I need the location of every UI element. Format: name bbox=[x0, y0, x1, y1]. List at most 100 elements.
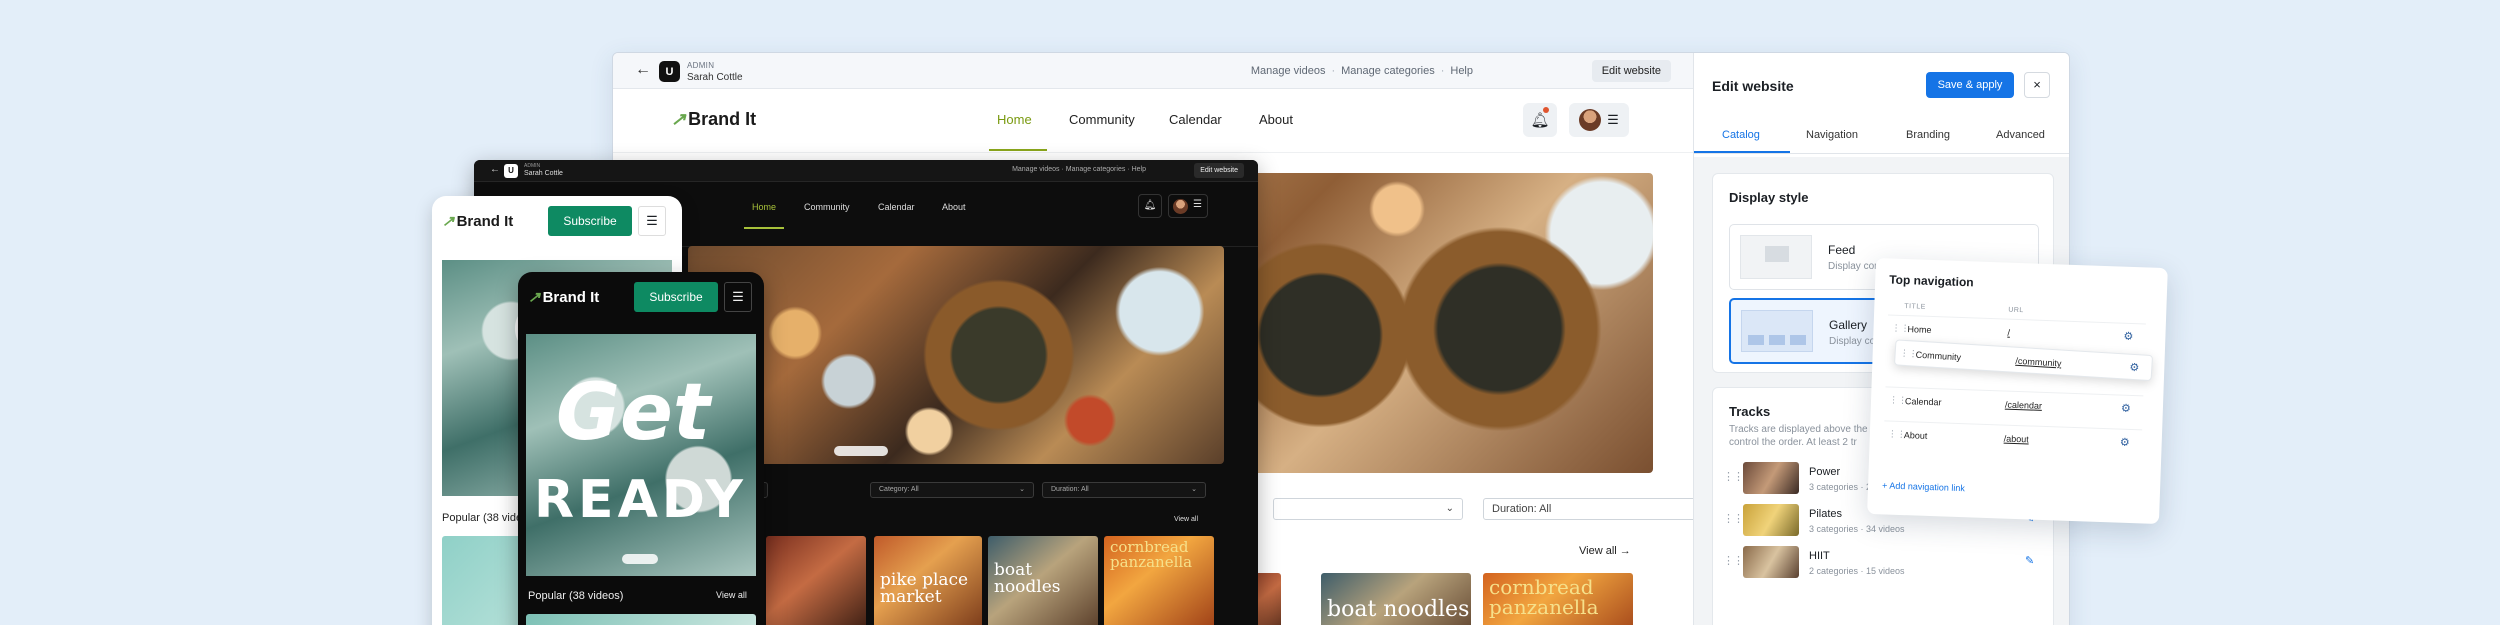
view-all-link[interactable]: View all → bbox=[1579, 545, 1631, 557]
nav-link-title: Home bbox=[1907, 324, 1932, 335]
track-row[interactable]: ⋮⋮ HIIT 2 categories · 15 videos ✎ bbox=[1713, 542, 2055, 584]
tab-active-underline bbox=[1694, 151, 1790, 153]
brand-logo[interactable]: ↗ Brand It bbox=[442, 212, 513, 230]
view-all-link[interactable]: View all bbox=[1174, 516, 1198, 523]
drag-handle-icon[interactable]: ⋮⋮ bbox=[1723, 512, 1744, 525]
nav-link-title: Community bbox=[1915, 349, 1962, 363]
close-icon: × bbox=[2033, 77, 2041, 92]
duration-filter[interactable]: Duration: All⌄ bbox=[1483, 498, 1715, 520]
hero-image[interactable] bbox=[688, 246, 1224, 464]
brand-name: Brand It bbox=[542, 289, 600, 306]
tracks-description: control the order. At least 2 tr bbox=[1729, 437, 1857, 448]
nav-about[interactable]: About bbox=[942, 202, 966, 212]
video-thumbnail[interactable]: pike place market bbox=[874, 536, 982, 625]
track-name: Pilates bbox=[1809, 508, 1843, 520]
notifications-button[interactable]: 🔔︎ bbox=[1523, 103, 1557, 137]
menu-button[interactable]: ☰ bbox=[638, 206, 666, 236]
manage-categories-link[interactable]: Manage categories bbox=[1341, 65, 1435, 77]
nav-link-row[interactable]: ⋮⋮ About /about ⚙ bbox=[1883, 420, 2143, 456]
gallery-preview-icon bbox=[1741, 310, 1813, 352]
menu-button[interactable]: ☰ bbox=[724, 282, 752, 312]
profile-menu-button[interactable]: ☰ bbox=[1569, 103, 1629, 137]
nav-link-url[interactable]: /community bbox=[2015, 356, 2062, 369]
nav-community[interactable]: Community bbox=[1069, 112, 1135, 127]
hero-image[interactable]: Get READY bbox=[526, 334, 756, 576]
brand-logo[interactable]: ↗ Brand It bbox=[528, 288, 599, 306]
nav-link-row[interactable]: ⋮⋮ Calendar /calendar ⚙ bbox=[1884, 386, 2144, 422]
popover-title: Top navigation bbox=[1889, 272, 1974, 290]
top-navigation-popover: Top navigation TITLE URL ⋮⋮ Home / ⚙ ⋮⋮ … bbox=[1867, 258, 2168, 525]
nav-link-url[interactable]: / bbox=[2007, 328, 2010, 338]
manage-videos-link[interactable]: Manage videos bbox=[1012, 166, 1059, 173]
video-thumbnail[interactable] bbox=[526, 614, 756, 625]
nav-community[interactable]: Community bbox=[804, 202, 850, 212]
category-filter[interactable]: Category: All ⌄ bbox=[870, 482, 1034, 498]
panel-title: Edit website bbox=[1712, 78, 1794, 94]
video-thumbnail[interactable]: cornbread panzanella bbox=[1483, 573, 1633, 625]
popular-heading: Popular (38 vide bbox=[442, 512, 523, 524]
gear-icon[interactable]: ⚙ bbox=[2129, 361, 2140, 375]
admin-user-name: Sarah Cottle bbox=[687, 72, 743, 83]
admin-logo: U bbox=[504, 164, 518, 178]
drag-handle-icon[interactable]: ⋮⋮ bbox=[1723, 470, 1744, 483]
notifications-button[interactable]: 🔔︎ bbox=[1138, 194, 1162, 218]
gear-icon[interactable]: ⚙ bbox=[2123, 330, 2133, 343]
manage-videos-link[interactable]: Manage videos bbox=[1251, 65, 1326, 77]
edit-website-button[interactable]: Edit website bbox=[1591, 60, 1671, 82]
close-panel-button[interactable]: × bbox=[2024, 72, 2050, 98]
back-arrow-icon[interactable]: ← bbox=[490, 164, 500, 175]
edit-website-button[interactable]: Edit website bbox=[1194, 163, 1244, 178]
help-link[interactable]: Help bbox=[1450, 65, 1473, 77]
avatar bbox=[1173, 199, 1188, 214]
category-filter-main[interactable]: ⌄ bbox=[1273, 498, 1463, 520]
duration-filter[interactable]: Duration: All⌄ bbox=[1042, 482, 1206, 498]
help-link[interactable]: Help bbox=[1132, 166, 1146, 173]
brand-mark-icon: ↗ bbox=[442, 213, 455, 230]
separator: · bbox=[1061, 166, 1064, 173]
carousel-dots[interactable] bbox=[834, 446, 888, 456]
nav-about[interactable]: About bbox=[1259, 112, 1293, 127]
nav-link-url[interactable]: /about bbox=[2004, 434, 2029, 445]
brand-logo[interactable]: ↗ Brand It bbox=[671, 109, 756, 130]
carousel-dots[interactable] bbox=[622, 554, 658, 564]
subscribe-button[interactable]: Subscribe bbox=[548, 206, 632, 236]
tab-branding[interactable]: Branding bbox=[1906, 129, 1950, 141]
nav-link-url[interactable]: /calendar bbox=[2005, 400, 2042, 411]
nav-home[interactable]: Home bbox=[997, 112, 1032, 127]
tab-navigation[interactable]: Navigation bbox=[1806, 129, 1858, 141]
track-thumbnail bbox=[1743, 546, 1799, 578]
subscribe-button[interactable]: Subscribe bbox=[634, 282, 718, 312]
feed-preview-icon bbox=[1740, 235, 1812, 279]
admin-bar: ← U ADMIN Sarah Cottle Manage videos · Man… bbox=[613, 53, 1693, 89]
display-style-title: Display style bbox=[1729, 190, 1809, 205]
menu-icon: ☰ bbox=[1193, 199, 1202, 210]
video-thumbnail[interactable]: boat noodles bbox=[988, 536, 1098, 625]
add-navigation-link[interactable]: + Add navigation link bbox=[1882, 480, 1965, 493]
track-thumbnail bbox=[1743, 504, 1799, 536]
gear-icon[interactable]: ⚙ bbox=[2120, 436, 2130, 449]
hero-text: READY bbox=[534, 470, 747, 530]
nav-home[interactable]: Home bbox=[752, 202, 776, 212]
manage-categories-link[interactable]: Manage categories bbox=[1066, 166, 1126, 173]
video-thumbnail[interactable] bbox=[766, 536, 866, 625]
notification-dot bbox=[1543, 107, 1549, 113]
profile-menu-button[interactable]: ☰ bbox=[1168, 194, 1208, 218]
edit-pencil-icon[interactable]: ✎ bbox=[2025, 554, 2034, 567]
tab-catalog[interactable]: Catalog bbox=[1722, 129, 1760, 141]
view-all-link[interactable]: View all bbox=[716, 590, 747, 600]
nav-calendar[interactable]: Calendar bbox=[878, 202, 915, 212]
gear-icon[interactable]: ⚙ bbox=[2121, 402, 2131, 415]
nav-link-title: Calendar bbox=[1904, 396, 1942, 408]
drag-handle-icon[interactable]: ⋮⋮ bbox=[1723, 554, 1744, 567]
separator: · bbox=[1440, 65, 1445, 77]
save-apply-button[interactable]: Save & apply bbox=[1926, 72, 2014, 98]
admin-links: Manage videos · Manage categories · Help bbox=[1012, 166, 1146, 173]
duration-filter-label: Duration: All bbox=[1051, 486, 1089, 493]
admin-role: ADMIN bbox=[687, 61, 715, 70]
back-arrow-icon[interactable]: ← bbox=[635, 61, 651, 79]
tab-advanced[interactable]: Advanced bbox=[1996, 129, 2045, 141]
video-thumbnail[interactable]: cornbread panzanella bbox=[1104, 536, 1214, 625]
category-filter-label: Category: All bbox=[879, 486, 919, 493]
video-thumbnail[interactable]: boat noodles bbox=[1321, 573, 1471, 625]
nav-calendar[interactable]: Calendar bbox=[1169, 112, 1222, 127]
